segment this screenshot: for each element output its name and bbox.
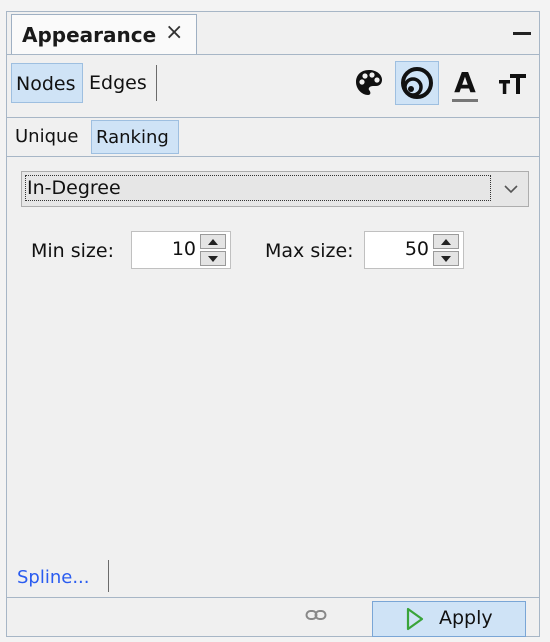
appearance-tab[interactable]: Appearance × (11, 14, 197, 54)
min-size-decrement[interactable] (200, 251, 226, 266)
arrow-down-icon (441, 255, 451, 262)
apply-button[interactable]: Apply (372, 601, 526, 637)
selected-attribute: In-Degree (25, 175, 491, 201)
max-size-label: Max size: (265, 240, 354, 262)
tab-nodes[interactable]: Nodes (11, 63, 83, 103)
max-size-value[interactable]: 50 (405, 238, 429, 260)
panel-titlebar: Appearance × (7, 12, 539, 55)
ranking-attribute-select[interactable]: In-Degree (21, 171, 529, 207)
element-toolbar: Nodes Edges A (7, 55, 539, 118)
color-palette-button[interactable] (347, 61, 391, 105)
chain-link-icon[interactable] (305, 607, 327, 623)
mode-tabs: Unique Ranking (7, 118, 539, 157)
close-tab-icon[interactable]: × (165, 20, 183, 45)
size-icon (401, 67, 433, 99)
max-size-decrement[interactable] (433, 251, 459, 266)
min-size-increment[interactable] (200, 234, 226, 249)
size-button[interactable] (395, 61, 439, 105)
footer-separator (108, 560, 109, 592)
label-size-button[interactable] (491, 61, 535, 105)
toolbar-separator (156, 65, 157, 101)
label-color-icon: A (452, 66, 478, 102)
max-size-spinner[interactable]: 50 (364, 231, 464, 269)
tab-unique[interactable]: Unique (11, 120, 89, 154)
panel-title: Appearance (22, 23, 157, 47)
minimize-icon[interactable] (513, 32, 531, 35)
appearance-panel: Appearance × Nodes Edges A Unique Rankin… (6, 11, 540, 637)
min-size-label: Min size: (31, 240, 114, 262)
spline-link[interactable]: Spline... (17, 567, 90, 588)
label-color-button[interactable]: A (443, 61, 487, 105)
max-size-increment[interactable] (433, 234, 459, 249)
apply-label: Apply (439, 607, 493, 629)
chevron-down-icon[interactable] (494, 172, 528, 206)
arrow-up-icon (441, 238, 451, 245)
color-palette-icon (356, 70, 382, 95)
min-size-spinner[interactable]: 10 (131, 231, 231, 269)
play-icon (406, 607, 424, 631)
arrow-up-icon (208, 238, 218, 245)
tab-edges[interactable]: Edges (85, 63, 153, 103)
arrow-down-icon (208, 255, 218, 262)
tab-ranking[interactable]: Ranking (91, 120, 179, 154)
bottom-bar: Apply (7, 597, 539, 638)
min-size-value[interactable]: 10 (172, 238, 196, 260)
label-size-icon (499, 74, 526, 94)
